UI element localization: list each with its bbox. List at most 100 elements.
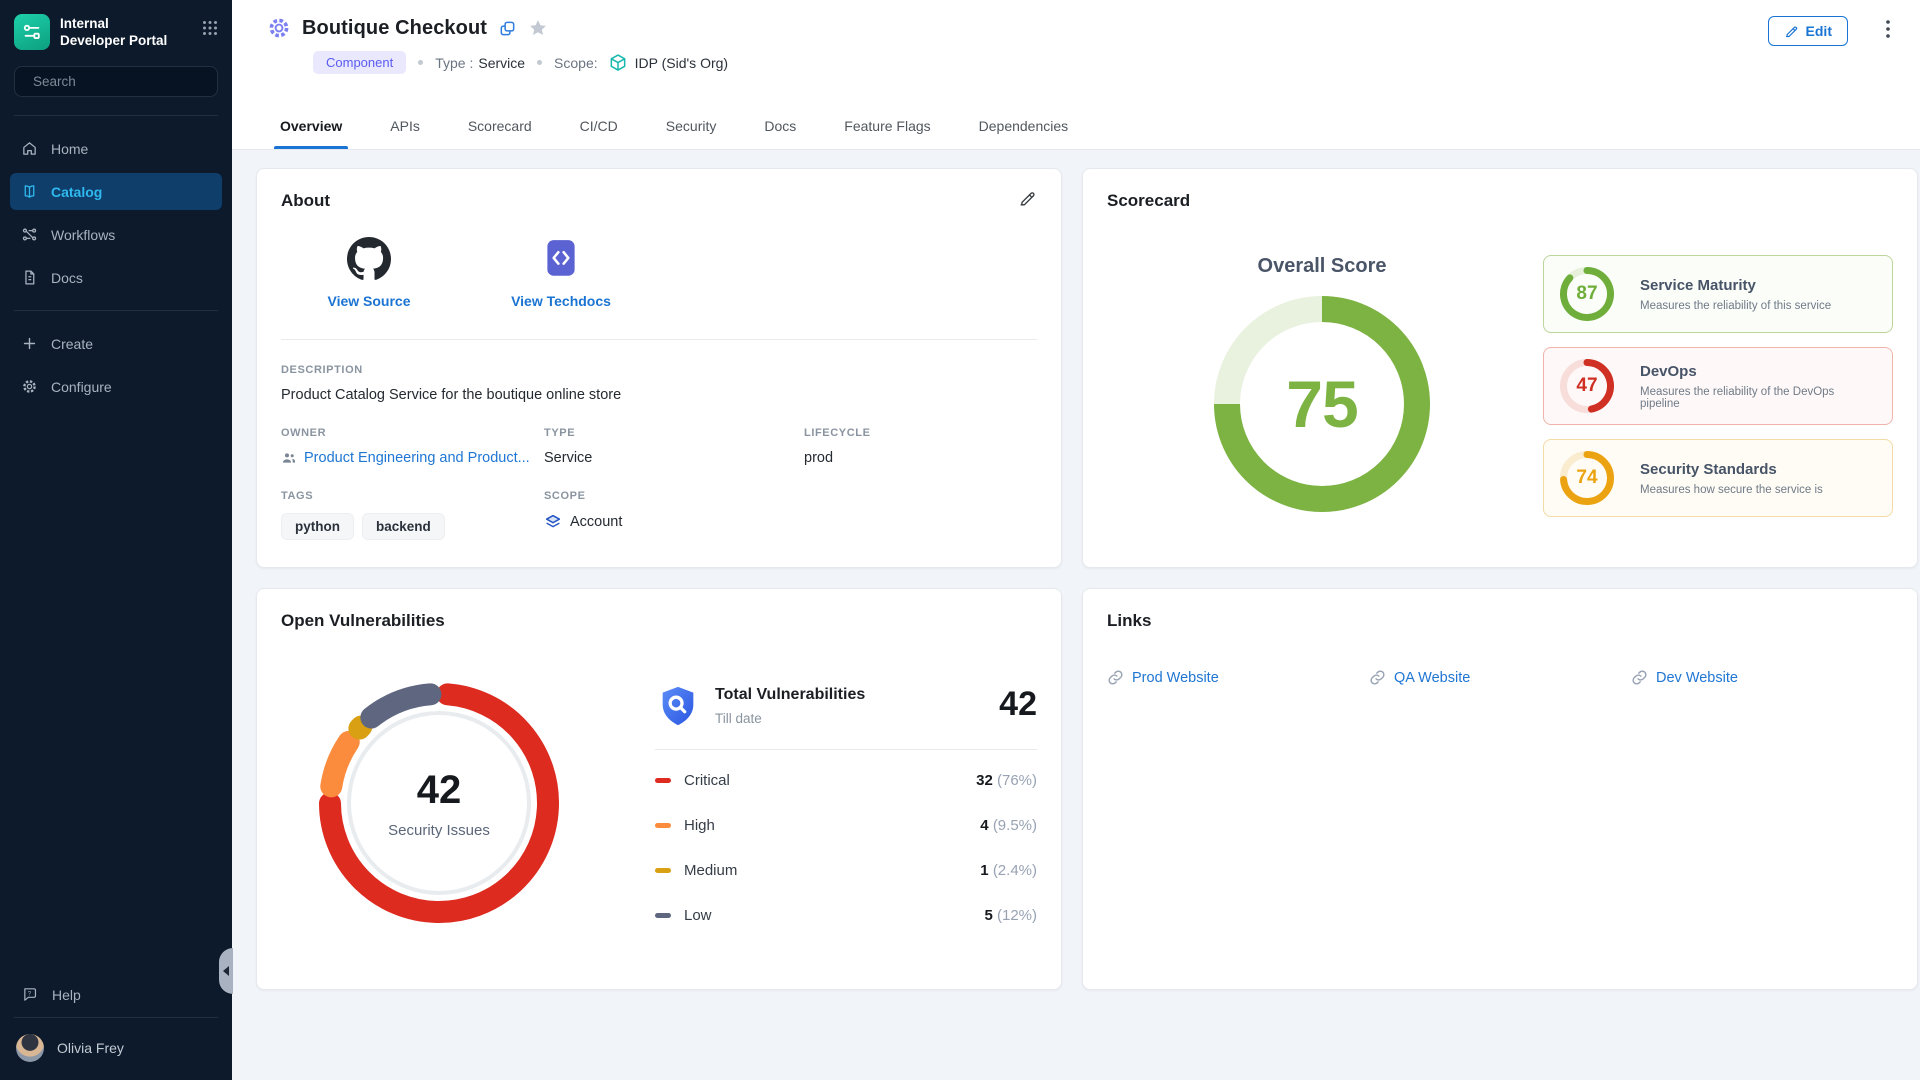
more-options-kebab-icon[interactable]: [1886, 20, 1890, 43]
type-label: TYPE: [544, 427, 804, 439]
sidebar-divider: [14, 1017, 218, 1018]
sidebar-bottom: ? Help Olivia Frey: [0, 978, 232, 1080]
favorite-star-icon[interactable]: [528, 18, 548, 38]
view-techdocs-link[interactable]: View Techdocs: [497, 237, 625, 309]
sidebar-item-label: Catalog: [51, 184, 102, 200]
scorecard-item-devops[interactable]: 47 DevOps Measures the reliability of th…: [1543, 347, 1893, 425]
techdocs-icon: [540, 237, 582, 281]
tab-dependencies[interactable]: Dependencies: [979, 118, 1069, 149]
sidebar-item-catalog[interactable]: Catalog: [10, 173, 222, 210]
scope-value: IDP (Sid's Org): [635, 55, 728, 71]
tab-docs[interactable]: Docs: [764, 118, 796, 149]
sidebar-item-create[interactable]: Create: [10, 325, 222, 362]
about-edit-pencil-icon[interactable]: [1018, 189, 1037, 213]
shield-scan-icon: [655, 683, 701, 729]
gauge-center: 47: [1560, 359, 1614, 413]
legend-name: Low: [684, 907, 712, 924]
type-value: Service: [478, 55, 525, 71]
tab-apis[interactable]: APIs: [390, 118, 420, 149]
logo-row: Internal Developer Portal: [14, 14, 218, 50]
link-label: Dev Website: [1656, 670, 1738, 686]
page-header: Boutique Checkout Component Type : Servi…: [232, 0, 1920, 150]
scope-chunk: IDP (Sid's Org): [608, 53, 728, 73]
user-menu[interactable]: Olivia Frey: [14, 1024, 218, 1068]
gear-icon: [21, 378, 38, 395]
help-label: Help: [52, 987, 81, 1003]
logo-circuit-icon: [21, 21, 43, 43]
sidebar-item-label: Home: [51, 141, 88, 157]
type-value: Service: [544, 450, 804, 466]
view-techdocs-label: View Techdocs: [511, 293, 611, 309]
scope-field: SCOPE Account: [544, 490, 804, 540]
scorecard-item-service-maturity[interactable]: 87 Service Maturity Measures the reliabi…: [1543, 255, 1893, 333]
sidebar: Internal Developer Portal: [0, 0, 232, 1080]
chevron-left-icon: [223, 966, 229, 976]
owner-field: OWNER Product Engineering and Product...: [281, 427, 544, 466]
tags-row: python backend: [281, 513, 544, 540]
vulnerabilities-body: 42 Security Issues: [281, 683, 1037, 938]
scorecard-item-text: Service Maturity Measures the reliabilit…: [1640, 277, 1831, 312]
sidebar-nav: Home Catalog Workflows Docs: [0, 130, 232, 296]
tags-label: TAGS: [281, 490, 544, 502]
overall-score-label: Overall Score: [1258, 255, 1387, 278]
page-title: Boutique Checkout: [302, 17, 487, 40]
link-chain-icon: [1631, 669, 1648, 686]
sidebar-item-home[interactable]: Home: [10, 130, 222, 167]
lifecycle-value: prod: [804, 450, 1037, 466]
dot-separator: [537, 60, 542, 65]
scorecard-item-title: Service Maturity: [1640, 277, 1831, 294]
scope-value-row: Account: [544, 513, 804, 531]
type-label: Type :: [435, 55, 473, 71]
links-row: Prod Website QA Website Dev Website: [1107, 669, 1893, 686]
entity-meta-row: Component Type : Service Scope: IDP (Sid…: [313, 51, 1896, 74]
legend-row-critical: Critical 32 (76%): [655, 758, 1037, 803]
scorecard-item-title: DevOps: [1640, 363, 1876, 380]
scorecard-item-desc: Measures how secure the service is: [1640, 484, 1823, 496]
sidebar-divider: [14, 310, 218, 311]
tag-chip[interactable]: backend: [362, 513, 445, 540]
tab-security[interactable]: Security: [666, 118, 717, 149]
scope-value: Account: [570, 514, 622, 530]
total-vulnerabilities-row: Total Vulnerabilities Till date 42: [655, 683, 1037, 729]
link-qa-website[interactable]: QA Website: [1369, 669, 1631, 686]
security-issues-label: Security Issues: [388, 822, 490, 839]
sidebar-item-docs[interactable]: Docs: [10, 259, 222, 296]
tab-overview[interactable]: Overview: [280, 118, 342, 149]
search-input[interactable]: [33, 74, 210, 89]
sidebar-item-configure[interactable]: Configure: [10, 368, 222, 405]
sidebar-search[interactable]: [14, 66, 218, 97]
legend-name: Critical: [684, 772, 730, 789]
edit-button[interactable]: Edit: [1768, 16, 1848, 46]
tab-cicd[interactable]: CI/CD: [580, 118, 618, 149]
edit-label: Edit: [1806, 23, 1832, 39]
tab-scorecard[interactable]: Scorecard: [468, 118, 532, 149]
dot-separator: [418, 60, 423, 65]
tab-feature-flags[interactable]: Feature Flags: [844, 118, 930, 149]
vulnerabilities-donut-wrap: 42 Security Issues: [319, 683, 559, 938]
medium-swatch: [655, 868, 671, 873]
owner-link[interactable]: Product Engineering and Product...: [281, 450, 544, 466]
link-prod-website[interactable]: Prod Website: [1107, 669, 1369, 686]
copy-icon[interactable]: [498, 19, 517, 38]
scorecard-item-security-standards[interactable]: 74 Security Standards Measures how secur…: [1543, 439, 1893, 517]
user-name: Olivia Frey: [57, 1040, 124, 1056]
tag-chip[interactable]: python: [281, 513, 354, 540]
docs-icon: [21, 269, 38, 286]
link-dev-website[interactable]: Dev Website: [1631, 669, 1893, 686]
view-source-link[interactable]: View Source: [305, 237, 433, 309]
scope-label: SCOPE: [544, 490, 804, 502]
legend-pct: (76%): [997, 772, 1037, 789]
total-vulnerabilities-text: Total Vulnerabilities Till date: [715, 683, 865, 726]
vulnerabilities-card: Open Vulnerabilities 42 Security Issues: [256, 588, 1062, 990]
sidebar-item-help[interactable]: ? Help: [14, 978, 218, 1011]
sidebar-collapse-handle[interactable]: [219, 948, 233, 994]
sidebar-item-workflows[interactable]: Workflows: [10, 216, 222, 253]
owner-label: OWNER: [281, 427, 544, 439]
group-icon: [281, 450, 297, 466]
plus-icon: [21, 335, 38, 352]
overview-content: About View Source: [232, 150, 1920, 1080]
app-title: Internal Developer Portal: [60, 14, 167, 50]
app-switcher-grid-icon[interactable]: [202, 14, 218, 41]
svg-text:?: ?: [28, 991, 32, 998]
scorecard-item-desc: Measures the reliability of the DevOps p…: [1640, 386, 1876, 410]
